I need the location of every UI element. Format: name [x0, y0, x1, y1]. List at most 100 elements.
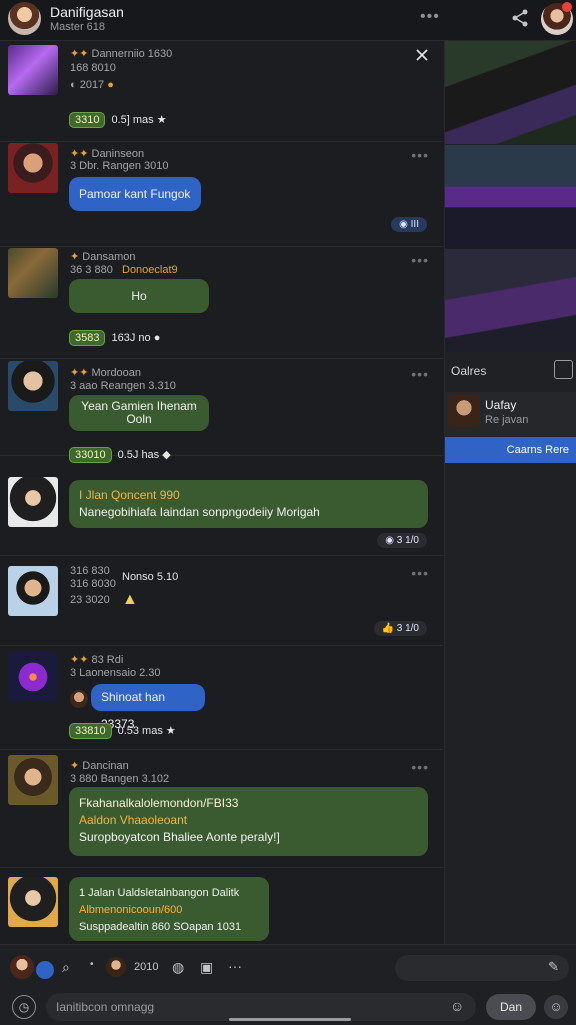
- smile-icon[interactable]: ☺: [544, 995, 568, 1019]
- search-field[interactable]: ✎: [395, 955, 569, 981]
- message-line: I Jlan Qoncent 990: [79, 488, 180, 502]
- chip-text: 0.5] mas: [111, 114, 154, 126]
- status-icon[interactable]: [36, 961, 54, 979]
- message-bubble: 1 Jalan Ualdsletalnbangon Dalitk Albmeno…: [69, 877, 269, 941]
- more-dots-icon[interactable]: •••: [411, 366, 429, 382]
- message-bubble: I Jlan Qoncent 990 Nanegobihiafa Iaindan…: [69, 480, 428, 528]
- post-tag: Nonso 5.10: [122, 571, 179, 583]
- friend-name: Uafay: [485, 398, 517, 412]
- post-item: 33810 0.53 mas ★ ✦ Dancinan 3 880 Bangen …: [0, 723, 443, 868]
- more-dots-icon[interactable]: •••: [411, 759, 429, 775]
- search-icon[interactable]: ⌕: [62, 959, 70, 976]
- post-item: ✦✦ 83 Rdi 3 Laonensaio 2.30 Shinoat han …: [0, 645, 443, 750]
- reaction-badge[interactable]: ◉ 3 1/0: [377, 533, 427, 548]
- post-thumbnail[interactable]: [8, 566, 58, 616]
- message-line: Susppadealtin 860 SOapan 1031: [79, 921, 242, 933]
- more-dots-icon[interactable]: ···: [228, 958, 242, 974]
- post-meta: 3 Laonensaio 2.30: [70, 667, 161, 679]
- chat-icon[interactable]: ◍: [172, 959, 184, 976]
- message-composer[interactable]: Ianitibcon omnagg ☺: [46, 993, 476, 1021]
- message-line: 1 Jalan Ualdsletalnbangon Dalitk: [79, 887, 240, 899]
- post-author: 316 830: [70, 565, 110, 577]
- message-bubble: Shinoat han 23373: [91, 684, 205, 731]
- post-thumbnail[interactable]: [8, 877, 58, 927]
- stat-chip: 3310: [69, 112, 106, 128]
- count-label: 2010: [134, 961, 159, 973]
- emoji-icon[interactable]: ☺: [450, 998, 464, 1014]
- home-indicator: [229, 1018, 351, 1021]
- page-subtitle: Master 618: [50, 21, 106, 33]
- more-dots-icon[interactable]: •••: [411, 565, 429, 581]
- post-tag: Donoeclat9: [122, 264, 178, 276]
- post-item: ✦✦ Dannerniio 1630 168 8010 ◐ 2017 ● 331…: [0, 41, 443, 142]
- post-thumbnail[interactable]: [8, 755, 58, 805]
- star-icon: ★: [165, 725, 176, 737]
- message-line: Nanegobihiafa Iaindan sonpngodeiiy Morig…: [79, 505, 320, 519]
- more-dots-icon[interactable]: •••: [411, 252, 429, 268]
- warning-icon: ▲: [122, 591, 138, 608]
- sidebar-heading: Oalres: [451, 364, 487, 378]
- share-icon[interactable]: [510, 8, 530, 28]
- edit-icon[interactable]: ✎: [548, 959, 559, 975]
- profile-avatar[interactable]: [8, 2, 41, 35]
- post-meta: 3 aao Reangen 3.310: [70, 380, 176, 392]
- post-item: I Jlan Qoncent 990 Nanegobihiafa Iaindan…: [0, 455, 443, 556]
- post-meta-extra: 2017: [79, 79, 105, 91]
- friend-item[interactable]: Uafay Re javan: [445, 392, 576, 436]
- media-tile[interactable]: [445, 145, 576, 248]
- sidebar-action-button[interactable]: Caarns Rere: [445, 437, 576, 463]
- top-bar: Danifigasan Master 618 •••: [0, 0, 576, 41]
- composer-placeholder: Ianitibcon omnagg: [56, 1000, 155, 1014]
- message-bubble: Pamoar kant Fungok: [69, 177, 201, 211]
- post-meta: 3 Dbr. Rangen 3010: [70, 160, 169, 172]
- sidebar: Oalres Uafay Re javan Caarns Rere: [444, 41, 576, 944]
- post-item: ✦✦ Daninseon 3 Dbr. Rangen 3010 ••• Pamo…: [0, 141, 443, 247]
- bottom-toolbar: ⌕ • 2010 ◍ ▣ ··· ✎ ◷ Ianitibcon omnagg ☺…: [0, 944, 576, 1025]
- message-line: Fkahanalkalolemondon/FBI33: [79, 796, 239, 810]
- info-icon[interactable]: [554, 360, 573, 379]
- post-thumbnail[interactable]: [8, 143, 58, 193]
- message-line: Aaldon Vhaaoleoant: [79, 813, 188, 827]
- post-author: Daninseon: [91, 148, 145, 160]
- media-tile[interactable]: [445, 249, 576, 352]
- message-line: Suropboyatcon Bhaliee Aonte peraly!]: [79, 830, 280, 844]
- post-meta: 316 8030: [70, 578, 116, 590]
- close-icon[interactable]: [414, 47, 430, 63]
- notification-dot: [562, 2, 572, 12]
- post-author: Mordooan: [91, 367, 142, 379]
- chip-text: 0.53 mas: [117, 725, 163, 737]
- post-thumbnail[interactable]: [8, 652, 58, 702]
- send-button[interactable]: Dan: [486, 994, 536, 1020]
- post-thumbnail[interactable]: [8, 477, 58, 527]
- message-line: Albmenonicooun/600: [79, 904, 183, 916]
- reaction-badge[interactable]: 👍 3 1/0: [373, 621, 427, 636]
- chip-text: 163J no: [111, 332, 151, 344]
- post-item: ✦✦ Mordooan 3 aao Reangen 3.310 ••• Yean…: [0, 358, 443, 463]
- more-dots-icon[interactable]: •••: [411, 147, 429, 163]
- media-tile[interactable]: [445, 41, 576, 144]
- stat-chip: 33810: [69, 723, 112, 739]
- post-thumbnail[interactable]: [8, 248, 58, 298]
- post-thumbnail[interactable]: [8, 45, 58, 95]
- post-item: 316 830 Nonso 5.10 316 8030 23 3020 ▲ ••…: [0, 555, 443, 646]
- message-bubble: Yean Gamien Ihenam Ooln: [69, 395, 209, 431]
- media-icon[interactable]: ▣: [200, 959, 213, 976]
- post-author: Dansamon: [82, 251, 136, 263]
- clock-icon[interactable]: ◷: [12, 995, 36, 1019]
- star-icon: ★: [156, 114, 167, 126]
- reaction-badge[interactable]: ◉ III: [391, 217, 427, 232]
- post-meta-extra: 23 3020: [70, 594, 110, 606]
- page-title: Danifigasan: [50, 4, 124, 20]
- post-author: Dancinan: [82, 760, 129, 772]
- post-item: ✦ Dansamon 36 3 880 Donoeclat9 ••• Ho 35…: [0, 246, 443, 359]
- reaction-icon: ●: [153, 332, 161, 344]
- post-meta: 3 880 Bangen 3.102: [70, 773, 170, 785]
- post-author: 83 Rdi: [91, 654, 124, 666]
- separator-dot: •: [90, 959, 94, 970]
- post-meta: 36 3 880: [70, 264, 113, 276]
- more-dots-icon[interactable]: •••: [420, 8, 440, 26]
- post-thumbnail[interactable]: [8, 361, 58, 411]
- user-avatar[interactable]: [10, 955, 34, 979]
- contact-avatar[interactable]: [106, 957, 126, 977]
- friend-avatar: [448, 395, 480, 427]
